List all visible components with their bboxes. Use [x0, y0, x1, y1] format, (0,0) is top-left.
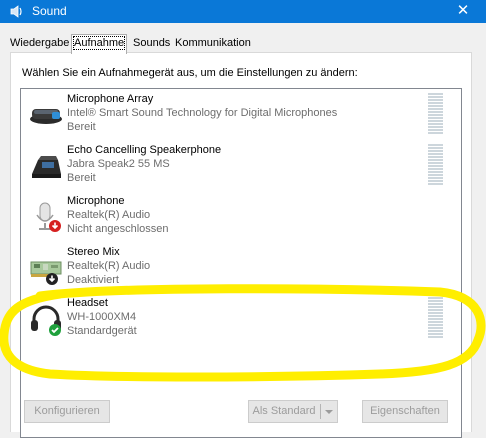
- level-meter-segment: [428, 150, 443, 152]
- set-default-button[interactable]: Als Standard: [249, 401, 319, 422]
- level-meter-segment: [428, 327, 443, 329]
- level-meter-segment: [428, 105, 443, 107]
- level-meter-segment: [428, 108, 443, 110]
- level-meter-segment: [428, 333, 443, 335]
- level-meter-segment: [428, 147, 443, 149]
- speakerphone-icon: [32, 156, 61, 178]
- level-meter-segment: [428, 306, 443, 308]
- level-meter-segment: [428, 126, 443, 128]
- chevron-down-icon[interactable]: [321, 401, 337, 422]
- headset-default-icon: [31, 305, 61, 336]
- device-name: Stereo Mix: [67, 246, 120, 258]
- device-status: Nicht angeschlossen: [67, 223, 169, 235]
- tab-wiedergabe[interactable]: Wiedergabe: [8, 36, 71, 53]
- level-meter-segment: [428, 153, 443, 155]
- level-meter-segment: [428, 144, 443, 146]
- level-meter-segment: [428, 117, 443, 119]
- level-meter-segment: [428, 324, 443, 326]
- level-meter-segment: [428, 123, 443, 125]
- level-meter-segment: [428, 315, 443, 317]
- window-title: Sound: [32, 4, 67, 18]
- level-meter-segment: [428, 120, 443, 122]
- level-meter-segment: [428, 321, 443, 323]
- level-meter-segment: [428, 300, 443, 302]
- level-meter-segment: [428, 168, 443, 170]
- device-driver: Jabra Speak2 55 MS: [67, 158, 170, 170]
- properties-button[interactable]: Eigenschaften: [362, 400, 448, 423]
- level-meter-segment: [428, 93, 443, 95]
- level-meter-segment: [428, 156, 443, 158]
- level-meter-segment: [428, 102, 443, 104]
- level-meter-segment: [428, 174, 443, 176]
- level-meter-segment: [428, 111, 443, 113]
- device-name: Microphone: [67, 195, 125, 207]
- level-meter-segment: [428, 312, 443, 314]
- device-name: Headset: [67, 297, 108, 309]
- level-meter-segment: [428, 180, 443, 182]
- close-icon: ✕: [456, 2, 470, 19]
- level-meter: [428, 297, 443, 339]
- device-name: Microphone Array: [67, 93, 154, 105]
- level-meter-segment: [428, 171, 443, 173]
- device-item-stereo-mix[interactable]: Stereo Mix Realtek(R) Audio Deaktiviert: [21, 242, 461, 293]
- level-meter-segment: [428, 114, 443, 116]
- level-meter-segment: [428, 165, 443, 167]
- device-status: Deaktiviert: [67, 274, 119, 286]
- level-meter-segment: [428, 318, 443, 320]
- level-meter-segment: [428, 96, 443, 98]
- device-item-headset[interactable]: Headset WH-1000XM4 Standardgerät: [21, 293, 461, 344]
- device-item-microphone-array[interactable]: Microphone Array Intel® Smart Sound Tech…: [21, 89, 461, 140]
- level-meter-segment: [428, 162, 443, 164]
- tab-panel-aufnahme: Wählen Sie ein Aufnahmegerät aus, um die…: [10, 52, 472, 438]
- close-button[interactable]: ✕: [440, 0, 486, 23]
- device-status: Standardgerät: [67, 325, 137, 337]
- sound-app-icon: [10, 5, 22, 18]
- set-default-split-button[interactable]: Als Standard: [248, 400, 338, 423]
- stereo-mix-disabled-icon: [30, 261, 62, 285]
- level-meter-segment: [428, 129, 443, 131]
- tab-strip: Wiedergabe Aufnahme Sounds Kommunikation: [0, 23, 486, 54]
- title-bar: Sound ✕: [0, 0, 486, 23]
- device-driver: Realtek(R) Audio: [67, 209, 151, 221]
- level-meter-segment: [428, 303, 443, 305]
- level-meter-segment: [428, 177, 443, 179]
- device-driver: Realtek(R) Audio: [67, 260, 151, 272]
- device-item-echo-cancelling-speakerphone[interactable]: Echo Cancelling Speakerphone Jabra Speak…: [21, 140, 461, 191]
- microphone-disconnected-icon: [36, 202, 61, 232]
- device-driver: Intel® Smart Sound Technology for Digita…: [67, 107, 338, 119]
- device-status: Bereit: [67, 121, 96, 133]
- microphone-array-icon: [30, 109, 62, 124]
- level-meter-segment: [428, 183, 443, 185]
- level-meter-segment: [428, 330, 443, 332]
- level-meter-segment: [428, 336, 443, 338]
- level-meter-segment: [428, 309, 443, 311]
- level-meter-segment: [428, 132, 443, 134]
- level-meter-segment: [428, 159, 443, 161]
- configure-button[interactable]: Konfigurieren: [24, 400, 110, 423]
- tab-kommunikation[interactable]: Kommunikation: [173, 36, 253, 53]
- recording-device-list[interactable]: Microphone Array Intel® Smart Sound Tech…: [20, 88, 462, 438]
- device-status: Bereit: [67, 172, 96, 184]
- device-driver: WH-1000XM4: [67, 311, 137, 323]
- level-meter: [428, 144, 443, 186]
- device-name: Echo Cancelling Speakerphone: [67, 144, 222, 156]
- level-meter-segment: [428, 99, 443, 101]
- tab-sounds[interactable]: Sounds: [131, 36, 172, 53]
- level-meter-segment: [428, 297, 443, 299]
- tab-aufnahme[interactable]: Aufnahme: [71, 34, 128, 54]
- level-meter: [428, 93, 443, 135]
- instruction-text: Wählen Sie ein Aufnahmegerät aus, um die…: [22, 67, 358, 79]
- device-item-microphone[interactable]: Microphone Realtek(R) Audio Nicht angesc…: [21, 191, 461, 242]
